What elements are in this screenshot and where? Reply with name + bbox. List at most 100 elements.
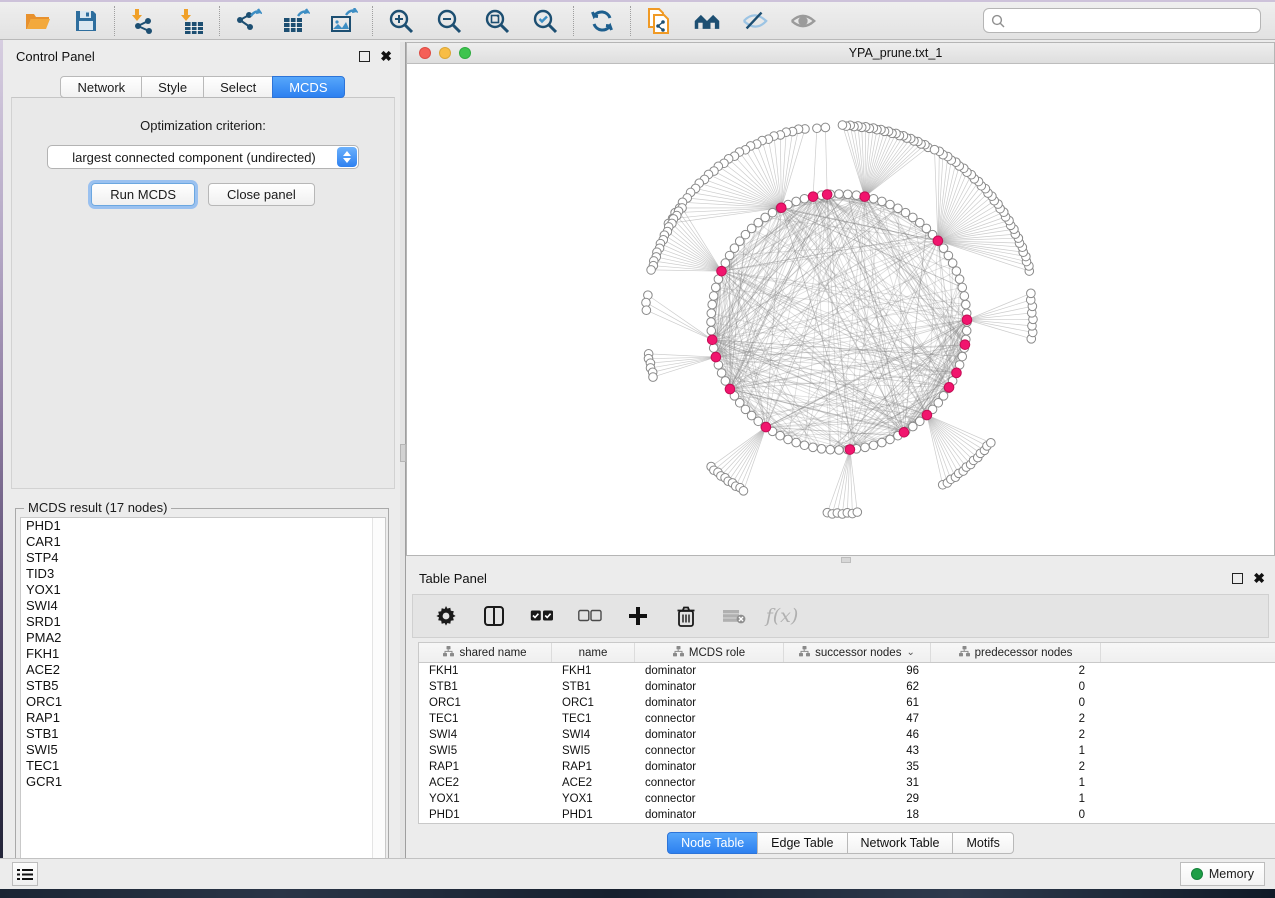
table-row[interactable]: STB1STB1dominator620 — [419, 679, 1275, 695]
leaf-node[interactable] — [813, 124, 822, 133]
ring-node[interactable] — [711, 283, 720, 292]
table-row[interactable]: SWI5SWI5connector431 — [419, 743, 1275, 759]
ring-node[interactable] — [835, 446, 844, 455]
mcds-hub-node[interactable] — [761, 422, 771, 432]
ring-node[interactable] — [958, 352, 967, 361]
leaf-node[interactable] — [930, 145, 939, 154]
mcds-result-item[interactable]: STP4 — [21, 550, 385, 566]
ring-node[interactable] — [709, 344, 718, 353]
run-mcds-button[interactable]: Run MCDS — [91, 183, 195, 206]
task-history-button[interactable] — [12, 862, 38, 886]
leaf-node[interactable] — [647, 266, 656, 275]
zoom-selected-icon[interactable] — [531, 7, 559, 35]
ring-node[interactable] — [894, 204, 903, 213]
ring-node[interactable] — [792, 438, 801, 447]
mcds-hub-node[interactable] — [944, 383, 954, 393]
ring-node[interactable] — [852, 191, 861, 200]
mcds-result-item[interactable]: YOX1 — [21, 582, 385, 598]
ring-node[interactable] — [817, 445, 826, 454]
mcds-result-item[interactable]: SWI4 — [21, 598, 385, 614]
table-row[interactable]: ACE2ACE2connector311 — [419, 775, 1275, 791]
search-input[interactable] — [1010, 11, 1260, 31]
column-header-name[interactable]: name — [552, 643, 635, 662]
column-header-predecessor-nodes[interactable]: predecessor nodes — [931, 643, 1101, 662]
mcds-hub-node[interactable] — [933, 236, 943, 246]
zoom-fit-icon[interactable] — [483, 7, 511, 35]
ring-node[interactable] — [784, 435, 793, 444]
mcds-result-item[interactable]: FKH1 — [21, 646, 385, 662]
ring-node[interactable] — [826, 445, 835, 454]
ring-node[interactable] — [709, 292, 718, 301]
mcds-result-list[interactable]: PHD1CAR1STP4TID3YOX1SWI4SRD1PMA2FKH1ACE2… — [20, 517, 386, 877]
add-column-icon[interactable] — [625, 603, 651, 629]
table-row[interactable]: RAP1RAP1dominator352 — [419, 759, 1275, 775]
table-row[interactable]: YOX1YOX1connector291 — [419, 791, 1275, 807]
ring-node[interactable] — [886, 435, 895, 444]
column-header-shared-name[interactable]: shared name — [419, 643, 552, 662]
tab-node-table[interactable]: Node Table — [667, 832, 758, 854]
horizontal-splitter[interactable] — [406, 556, 1275, 564]
mcds-result-item[interactable]: PMA2 — [21, 630, 385, 646]
tab-select[interactable]: Select — [203, 76, 273, 98]
mcds-result-item[interactable]: STB1 — [21, 726, 385, 742]
mcds-hub-node[interactable] — [822, 190, 832, 200]
close-table-panel-icon[interactable]: ✖ — [1253, 573, 1265, 584]
leaf-node[interactable] — [1027, 289, 1036, 298]
leaf-node[interactable] — [649, 373, 658, 382]
tab-network-table[interactable]: Network Table — [847, 832, 954, 854]
mcds-hub-node[interactable] — [860, 192, 870, 202]
ring-node[interactable] — [878, 438, 887, 447]
ring-node[interactable] — [809, 443, 818, 452]
mcds-hub-node[interactable] — [776, 203, 786, 213]
ring-node[interactable] — [792, 197, 801, 206]
hide-selected-icon[interactable] — [741, 7, 769, 35]
float-table-panel-icon[interactable] — [1232, 573, 1243, 584]
select-all-columns-icon[interactable] — [529, 603, 555, 629]
ring-node[interactable] — [707, 309, 716, 318]
optimization-criterion-select[interactable]: largest connected component (undirected) — [47, 145, 359, 169]
export-network-icon[interactable] — [234, 7, 262, 35]
mcds-result-item[interactable]: TID3 — [21, 566, 385, 582]
export-image-icon[interactable] — [330, 7, 358, 35]
tab-edge-table[interactable]: Edge Table — [757, 832, 847, 854]
leaf-node[interactable] — [642, 306, 651, 315]
ring-node[interactable] — [707, 326, 716, 335]
mcds-result-item[interactable]: PHD1 — [21, 518, 385, 534]
horizontal-splitter-handle[interactable] — [841, 557, 851, 563]
copy-network-icon[interactable] — [645, 7, 673, 35]
close-window-icon[interactable] — [419, 47, 431, 59]
leaf-node[interactable] — [987, 438, 996, 447]
mcds-result-item[interactable]: GCR1 — [21, 774, 385, 790]
ring-node[interactable] — [962, 326, 971, 335]
tab-style[interactable]: Style — [141, 76, 204, 98]
mcds-hub-node[interactable] — [922, 410, 932, 420]
network-titlebar[interactable]: YPA_prune.txt_1 — [406, 42, 1275, 64]
ring-node[interactable] — [962, 300, 971, 309]
mcds-hub-node[interactable] — [808, 192, 818, 202]
mcds-result-item[interactable]: ORC1 — [21, 694, 385, 710]
delete-column-icon[interactable] — [673, 603, 699, 629]
table-row[interactable]: FKH1FKH1dominator962 — [419, 663, 1275, 679]
ring-node[interactable] — [869, 194, 878, 203]
import-network-icon[interactable] — [129, 7, 157, 35]
mcds-hub-node[interactable] — [725, 384, 735, 394]
refresh-view-icon[interactable] — [588, 7, 616, 35]
leaf-node[interactable] — [739, 487, 748, 496]
first-neighbors-icon[interactable] — [693, 7, 721, 35]
tab-network[interactable]: Network — [60, 76, 142, 98]
ring-node[interactable] — [708, 300, 717, 309]
leaf-node[interactable] — [821, 123, 830, 132]
ring-node[interactable] — [776, 431, 785, 440]
mcds-hub-node[interactable] — [711, 352, 721, 362]
mcds-hub-node[interactable] — [952, 368, 962, 378]
ring-node[interactable] — [861, 443, 870, 452]
ring-node[interactable] — [958, 283, 967, 292]
float-panel-icon[interactable] — [359, 51, 370, 62]
zoom-window-icon[interactable] — [459, 47, 471, 59]
tab-mcds[interactable]: MCDS — [272, 76, 344, 98]
ring-node[interactable] — [886, 200, 895, 209]
show-columns-icon[interactable] — [481, 603, 507, 629]
network-graph[interactable] — [407, 64, 1275, 556]
mcds-hub-node[interactable] — [962, 315, 972, 325]
tab-motifs[interactable]: Motifs — [952, 832, 1013, 854]
